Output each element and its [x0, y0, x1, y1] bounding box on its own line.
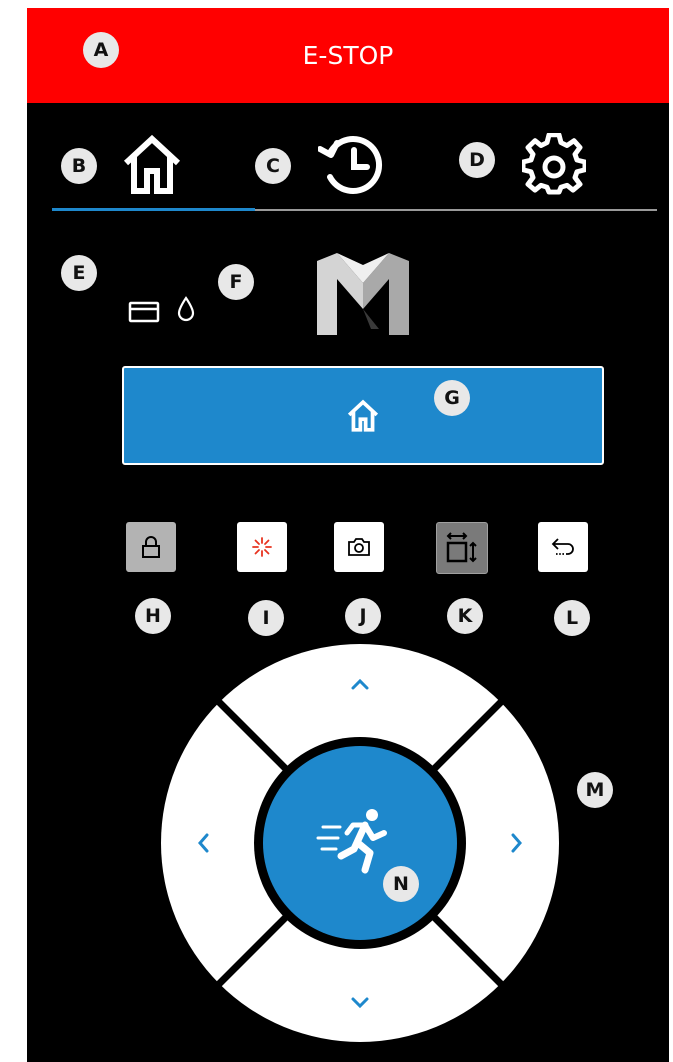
droplet-icon: [177, 296, 195, 322]
badge-d: D: [459, 142, 495, 178]
badge-h: H: [135, 598, 171, 634]
history-icon: [318, 136, 382, 194]
badge-c: C: [255, 148, 291, 184]
gear-icon: [522, 133, 586, 195]
return-button[interactable]: [538, 522, 588, 572]
badge-k: K: [447, 598, 483, 634]
tab-settings[interactable]: [514, 120, 594, 210]
home-icon: [123, 134, 181, 194]
badge-i: I: [248, 600, 284, 636]
home-icon: [347, 399, 379, 432]
camera-button[interactable]: [334, 522, 384, 572]
app-window: E-STOP A B C D E F G H I J K L M N: [27, 8, 669, 1062]
run-button[interactable]: [254, 737, 466, 949]
return-icon: [551, 538, 574, 555]
laser-button[interactable]: [237, 522, 287, 572]
badge-e: E: [61, 255, 97, 291]
resize-button[interactable]: [436, 522, 488, 574]
estop-button[interactable]: E-STOP: [27, 8, 669, 103]
badge-b: B: [61, 148, 97, 184]
go-home-button[interactable]: [122, 366, 604, 465]
card-icon: [128, 301, 160, 323]
badge-n: N: [383, 866, 419, 902]
badge-j: J: [345, 598, 381, 634]
lock-button[interactable]: [126, 522, 176, 572]
tab-history[interactable]: [312, 120, 392, 210]
estop-label: E-STOP: [302, 41, 394, 70]
laser-icon: [252, 537, 272, 557]
badge-l: L: [554, 600, 590, 636]
lock-icon: [142, 536, 160, 558]
jog-pad: [161, 644, 559, 1042]
resize-icon: [446, 532, 477, 563]
tab-home[interactable]: [112, 120, 192, 210]
badge-f: F: [218, 264, 254, 300]
badge-m: M: [577, 772, 613, 808]
camera-icon: [348, 538, 370, 556]
m-logo: [317, 253, 409, 335]
tab-active-indicator: [52, 208, 255, 211]
badge-g: G: [434, 380, 470, 416]
badge-a: A: [83, 32, 119, 68]
